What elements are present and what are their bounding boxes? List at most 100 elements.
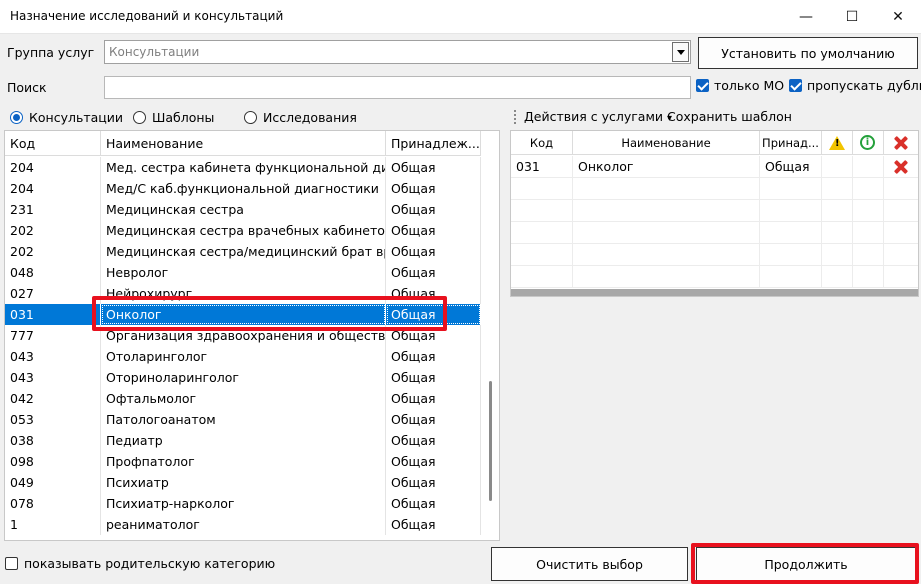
cell-name: Отоларинголог: [101, 346, 386, 367]
table-row[interactable]: 049 Психиатр Общая: [5, 472, 481, 493]
window-title: Назначение исследований и консультаций: [10, 9, 284, 23]
table-row[interactable]: 204 Мед/С каб.функциональной диагностики О…: [5, 178, 481, 199]
table-row[interactable]: 031 Онколог Общая: [5, 304, 481, 325]
cell-owner: Общая: [386, 514, 481, 535]
continue-button[interactable]: Продолжить: [696, 547, 916, 581]
skip-duplicates-checkbox[interactable]: [789, 79, 802, 92]
cell-owner: Общая: [386, 262, 481, 283]
vertical-scrollbar[interactable]: [489, 381, 492, 501]
radio-consultations[interactable]: [10, 111, 23, 124]
header-name[interactable]: Наименование: [101, 131, 386, 156]
cell-w: [822, 156, 853, 178]
sel-header-owner[interactable]: Принад...: [760, 131, 822, 155]
cell-i: [853, 156, 884, 178]
cell-name: [573, 244, 760, 266]
toolbar-grip: [514, 110, 516, 124]
search-label: Поиск: [7, 80, 47, 95]
close-button[interactable]: ✕: [875, 0, 921, 34]
table-row[interactable]: 027 Нейрохирург Общая: [5, 283, 481, 304]
table-row[interactable]: 1 реаниматолог Общая: [5, 514, 481, 535]
save-template-button[interactable]: Сохранить шаблон: [667, 109, 792, 124]
cell-i: [853, 222, 884, 244]
actions-menu-label: Действия с услугами: [524, 109, 664, 124]
cell-code: 202: [5, 220, 101, 241]
cell-code: 043: [5, 367, 101, 388]
selected-table-header: Код Наименование Принад... ! i: [511, 131, 918, 155]
table-row[interactable]: 048 Невролог Общая: [5, 262, 481, 283]
header-code[interactable]: Код: [5, 131, 101, 156]
cell-x[interactable]: [884, 156, 918, 178]
table-row[interactable]: 231 Медицинская сестра Общая: [5, 199, 481, 220]
cell-owner: Общая: [386, 157, 481, 178]
cell-owner: Общая: [386, 409, 481, 430]
table-row[interactable]: 777 Организация здравоохранения и обществ…: [5, 325, 481, 346]
cell-code: 777: [5, 325, 101, 346]
cell-own: [760, 244, 822, 266]
cell-w: [822, 222, 853, 244]
table-row[interactable]: 053 Патологоанатом Общая: [5, 409, 481, 430]
header-owner[interactable]: Принадлеж...: [386, 131, 481, 156]
service-group-dropdown-button[interactable]: [672, 42, 689, 62]
actions-menu[interactable]: Действия с услугами ▾: [524, 109, 672, 124]
maximize-button[interactable]: ☐: [829, 0, 875, 34]
cell-name: Медицинская сестра врачебных кабинетов: [101, 220, 386, 241]
table-row[interactable]: 204 Мед. сестра кабинета функциональной д…: [5, 157, 481, 178]
table-row[interactable]: 043 Отоларинголог Общая: [5, 346, 481, 367]
table-row[interactable]: 202 Медицинская сестра/медицинский брат в…: [5, 241, 481, 262]
clear-selection-button[interactable]: Очистить выбор: [491, 547, 688, 581]
cell-code: [511, 200, 573, 222]
cell-owner: Общая: [386, 178, 481, 199]
set-default-button[interactable]: Установить по умолчанию: [698, 37, 918, 69]
sel-header-name[interactable]: Наименование: [573, 131, 760, 155]
minimize-icon: —: [799, 9, 813, 25]
table-row[interactable]: 202 Медицинская сестра врачебных кабинето…: [5, 220, 481, 241]
warning-icon: !: [829, 136, 845, 150]
table-row[interactable]: 098 Профпатолог Общая: [5, 451, 481, 472]
horizontal-scrollbar[interactable]: [511, 289, 918, 296]
cell-x: [884, 178, 918, 200]
search-input[interactable]: [104, 76, 691, 99]
delete-icon: [894, 136, 908, 150]
cell-name: Онколог: [101, 304, 386, 325]
minimize-button[interactable]: —: [783, 0, 829, 34]
cell-code: [511, 266, 573, 288]
cell-i: [853, 244, 884, 266]
show-parent-label: показывать родительскую категорию: [24, 556, 276, 571]
sel-header-code[interactable]: Код: [511, 131, 573, 155]
table-row[interactable]: 042 Офтальмолог Общая: [5, 388, 481, 409]
only-mo-label: только МО: [714, 78, 785, 93]
cell-code: 043: [5, 346, 101, 367]
show-parent-checkbox[interactable]: [5, 557, 18, 570]
cell-own: [760, 266, 822, 288]
radio-templates[interactable]: [133, 111, 146, 124]
cell-owner: Общая: [386, 493, 481, 514]
services-table-body: 204 Мед. сестра кабинета функциональной д…: [5, 157, 481, 535]
sel-header-warning[interactable]: !: [822, 131, 853, 155]
only-mo-checkbox[interactable]: [696, 79, 709, 92]
sel-header-info[interactable]: i: [853, 131, 884, 155]
cell-code: 098: [5, 451, 101, 472]
cell-name: Патологоанатом: [101, 409, 386, 430]
cell-name: Мед. сестра кабинета функциональной диаг…: [101, 157, 386, 178]
radio-research[interactable]: [244, 111, 257, 124]
selected-row[interactable]: 031 Онколог Общая: [511, 156, 918, 178]
cell-own: [760, 222, 822, 244]
radio-research-label: Исследования: [263, 110, 357, 125]
cell-x: [884, 222, 918, 244]
sel-header-delete[interactable]: [884, 131, 918, 155]
cell-code: 027: [5, 283, 101, 304]
cell-code: 038: [5, 430, 101, 451]
cell-code: [511, 178, 573, 200]
cell-code: 1: [5, 514, 101, 535]
table-row[interactable]: 078 Психиатр-нарколог Общая: [5, 493, 481, 514]
table-row[interactable]: 043 Оториноларинголог Общая: [5, 367, 481, 388]
cell-owner: Общая: [386, 346, 481, 367]
cell-w: [822, 266, 853, 288]
table-row[interactable]: 038 Педиатр Общая: [5, 430, 481, 451]
delete-icon[interactable]: [894, 160, 908, 174]
service-group-select[interactable]: Консультации: [104, 40, 691, 64]
cell-owner: Общая: [386, 199, 481, 220]
cell-own: [760, 178, 822, 200]
cell-name: [573, 222, 760, 244]
cell-code: 048: [5, 262, 101, 283]
